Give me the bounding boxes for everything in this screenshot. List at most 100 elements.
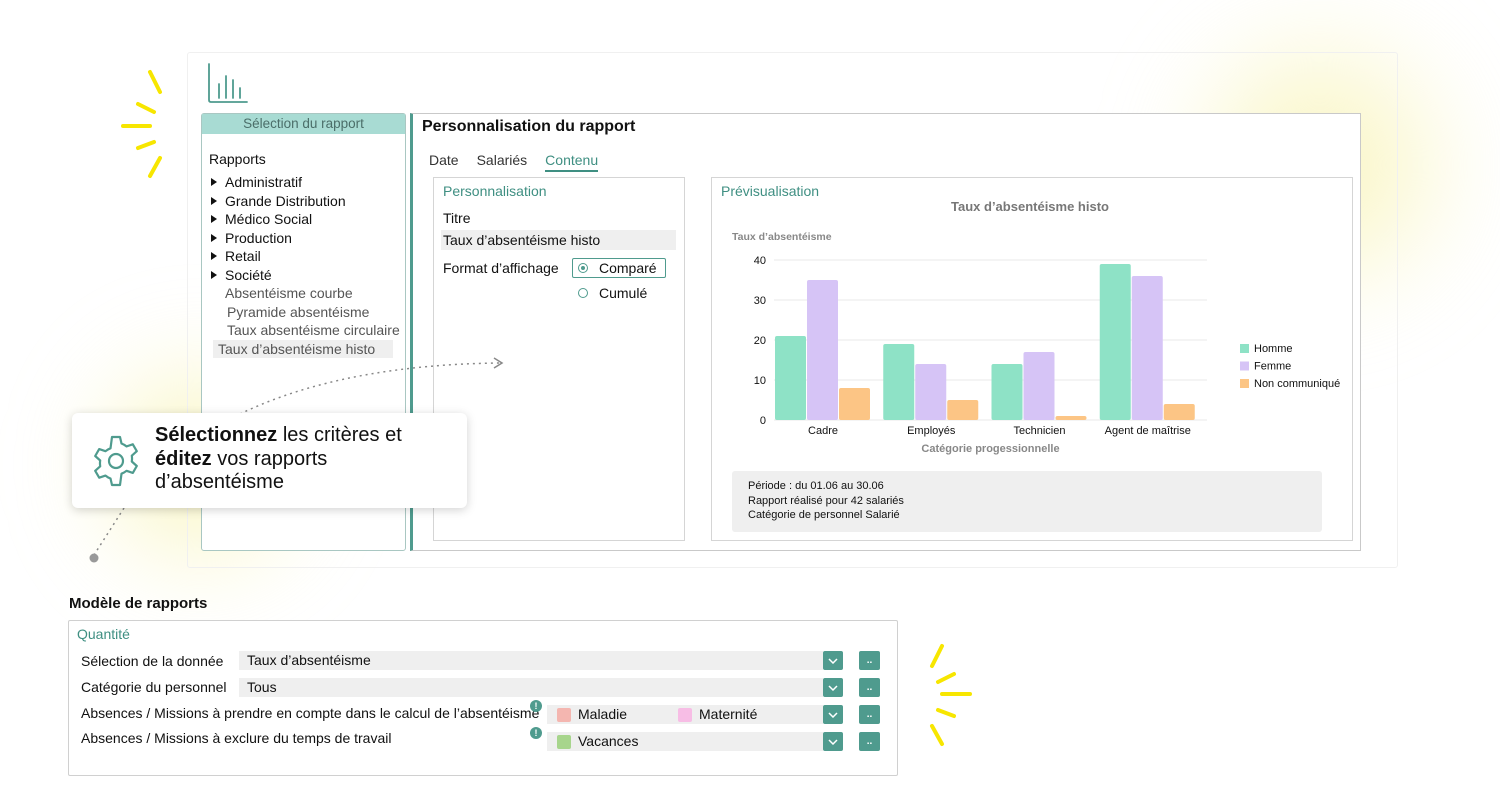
title-input[interactable]: Taux d’absentéisme histo <box>441 230 676 250</box>
y-axis-label: Taux d’absentéisme <box>732 231 832 243</box>
bar <box>1023 352 1055 420</box>
absences-include-label: Absences / Missions à prendre en compte … <box>81 705 540 721</box>
expand-arrow-icon[interactable] <box>211 196 217 205</box>
bar <box>775 336 806 420</box>
y-tick-label: 40 <box>754 255 766 267</box>
folder-production[interactable]: Production <box>211 229 401 248</box>
more-options-button[interactable]: .. <box>859 705 880 724</box>
gear-icon <box>94 435 138 487</box>
chevron-down-icon[interactable] <box>823 705 843 724</box>
report-absenteisme-courbe[interactable]: Absentéisme courbe <box>211 284 401 303</box>
sidebar-header: Sélection du rapport <box>202 114 405 134</box>
personalisation-title: Personnalisation <box>443 183 547 199</box>
report-pyramide-absenteisme[interactable]: Pyramide absentéisme <box>211 303 401 322</box>
expand-arrow-icon[interactable] <box>211 270 217 279</box>
expand-arrow-icon[interactable] <box>211 178 217 187</box>
models-section-title: Modèle de rapports <box>69 595 208 612</box>
expand-arrow-icon[interactable] <box>211 233 217 242</box>
folder-societe[interactable]: Société <box>211 266 401 285</box>
bar <box>991 364 1023 420</box>
staff-category-label: Catégorie du personnel <box>81 679 227 695</box>
bar <box>1099 264 1131 420</box>
tab-date[interactable]: Date <box>429 152 459 172</box>
data-selection-select[interactable]: Taux d’absentéisme <box>239 651 823 670</box>
tab-salaries[interactable]: Salariés <box>477 152 528 172</box>
tab-contenu[interactable]: Contenu <box>545 152 599 172</box>
y-tick-label: 0 <box>760 415 766 427</box>
legend-label: Homme <box>1254 343 1293 355</box>
absenteeism-bar-chart: Taux d’absentéisme histo Taux d’absentéis… <box>732 199 1340 455</box>
reports-section-label: Rapports <box>209 151 266 167</box>
y-tick-label: 20 <box>754 335 766 347</box>
radio-unchecked-icon[interactable] <box>578 288 588 298</box>
staff-category-select[interactable]: Tous <box>239 678 823 697</box>
folder-administratif[interactable]: Administratif <box>211 173 401 192</box>
data-selection-label: Sélection de la donnée <box>81 653 224 669</box>
report-taux-absenteisme-circulaire[interactable]: Taux absentéisme circulaire <box>211 321 401 340</box>
report-customization-panel: Personnalisation du rapport Date Salarié… <box>410 113 1361 551</box>
title-label: Titre <box>443 210 471 226</box>
x-tick-label: Employés <box>907 425 956 437</box>
quantity-title: Quantité <box>77 626 130 642</box>
radio-compare[interactable]: Comparé <box>572 258 666 278</box>
info-category: Catégorie de personnel Salarié <box>748 509 900 521</box>
legend-swatch <box>1240 344 1249 353</box>
bar <box>1163 404 1195 420</box>
bar <box>883 344 915 420</box>
more-options-button[interactable]: .. <box>859 651 880 670</box>
chip-maladie: Maladie <box>578 706 628 722</box>
x-tick-label: Agent de maîtrise <box>1105 425 1191 437</box>
x-tick-label: Technicien <box>1014 425 1066 437</box>
chart-title: Taux d’absentéisme histo <box>951 199 1109 214</box>
expand-arrow-icon[interactable] <box>211 252 217 261</box>
expand-arrow-icon[interactable] <box>211 215 217 224</box>
report-info-box: Période : du 01.06 au 30.06 Rapport réal… <box>732 471 1322 532</box>
radio-checked-icon[interactable] <box>578 263 588 273</box>
info-employees: Rapport réalisé pour 42 salariés <box>748 494 904 507</box>
feature-callout: Sélectionnez les critères et éditez vos … <box>72 413 467 508</box>
bar <box>915 364 947 420</box>
more-options-button[interactable]: .. <box>859 732 880 751</box>
info-icon[interactable]: ! <box>530 727 542 739</box>
color-chip <box>557 734 571 749</box>
chevron-down-icon[interactable] <box>823 651 843 670</box>
chip-maternite: Maternité <box>699 706 758 722</box>
preview-box: Prévisualisation Taux d’absentéisme hist… <box>711 177 1353 541</box>
radio-cumule[interactable]: Cumulé <box>578 285 647 301</box>
x-tick-label: Cadre <box>808 425 838 437</box>
bar <box>807 280 838 420</box>
info-icon[interactable]: ! <box>530 700 542 712</box>
tab-bar: Date Salariés Contenu <box>429 152 599 172</box>
report-model-box: Quantité Sélection de la donnée Taux d’a… <box>68 620 898 776</box>
legend-swatch <box>1240 361 1249 371</box>
report-tree: Administratif Grande Distribution Médico… <box>211 173 401 358</box>
more-options-button[interactable]: .. <box>859 678 880 697</box>
color-chip <box>678 707 692 722</box>
info-period: Période : du 01.06 au 30.06 <box>748 480 884 492</box>
bar <box>947 400 979 420</box>
legend-swatch <box>1240 379 1249 388</box>
chip-vacances: Vacances <box>578 733 639 749</box>
absences-include-select[interactable]: Maladie Maternité <box>547 705 823 724</box>
chevron-down-icon[interactable] <box>823 678 843 697</box>
folder-retail[interactable]: Retail <box>211 247 401 266</box>
format-label: Format d’affichage <box>443 260 559 276</box>
y-tick-label: 30 <box>754 295 766 307</box>
chevron-down-icon[interactable] <box>823 732 843 751</box>
absences-exclude-select[interactable]: Vacances <box>547 732 823 751</box>
bar-chart-icon <box>208 63 248 103</box>
absences-exclude-label: Absences / Missions à exclure du temps d… <box>81 730 392 746</box>
page-title: Personnalisation du rapport <box>422 118 636 135</box>
y-tick-label: 10 <box>754 375 766 387</box>
x-axis-label: Catégorie progessionnelle <box>921 443 1059 455</box>
callout-text: Sélectionnez les critères et éditez vos … <box>155 424 402 493</box>
color-chip <box>557 707 571 722</box>
folder-medico-social[interactable]: Médico Social <box>211 210 401 229</box>
legend-label: Non communiqué <box>1254 378 1340 390</box>
legend-label: Femme <box>1254 361 1291 373</box>
bar <box>1055 416 1087 420</box>
bar <box>839 388 870 420</box>
sparkle-icon <box>121 70 162 178</box>
sparkle-icon <box>930 644 972 746</box>
folder-grande-distribution[interactable]: Grande Distribution <box>211 192 401 211</box>
